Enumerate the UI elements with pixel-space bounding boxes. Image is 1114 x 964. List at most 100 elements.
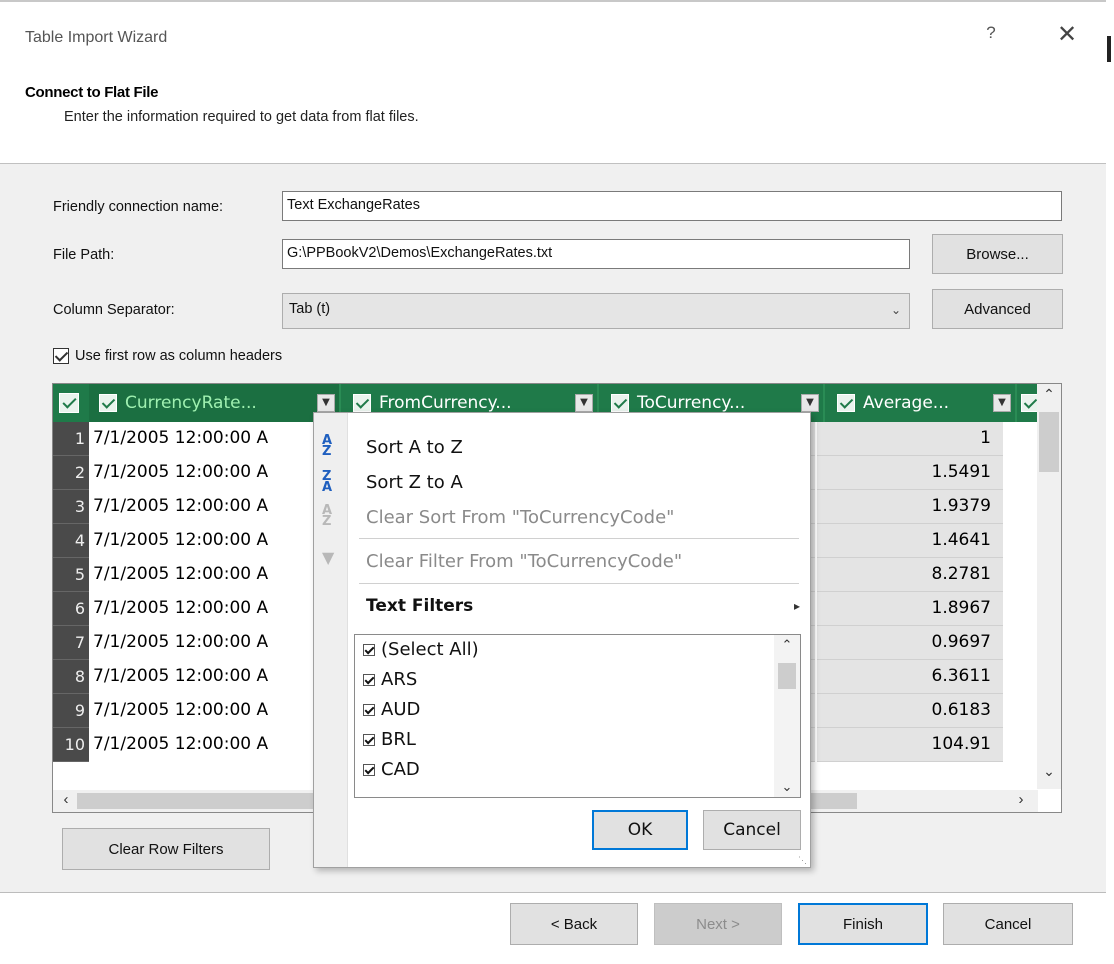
cancel-button[interactable]: Cancel: [943, 903, 1073, 945]
edge-mark: [1107, 36, 1111, 62]
next-column-cell: [1005, 558, 1038, 592]
filter-dropdown-icon[interactable]: ▼: [801, 394, 819, 412]
currency-rate-date-cell: 7/1/2005 12:00:00 A: [93, 462, 269, 482]
browse-button[interactable]: Browse...: [932, 234, 1063, 274]
filter-list-item[interactable]: AUD: [363, 699, 420, 720]
average-rate-cell: 0.9697: [817, 626, 1003, 660]
column-checkbox[interactable]: [99, 394, 117, 412]
row-number: 10: [53, 728, 89, 762]
currency-rate-date-cell: 7/1/2005 12:00:00 A: [93, 734, 269, 754]
grid-vertical-scrollbar[interactable]: ⌃ ⌄: [1037, 384, 1061, 789]
column-header-currencyrate[interactable]: CurrencyRate... ▼: [89, 384, 341, 422]
finish-button[interactable]: Finish: [798, 903, 928, 945]
scroll-thumb[interactable]: [1039, 412, 1059, 472]
select-all-columns-checkbox[interactable]: [59, 393, 79, 413]
first-row-headers-label: Use first row as column headers: [75, 348, 283, 364]
page-description: Enter the information required to get da…: [64, 109, 419, 125]
scroll-down-icon[interactable]: ⌄: [1037, 763, 1061, 785]
column-checkbox[interactable]: [1021, 394, 1038, 412]
filter-list-item[interactable]: ARS: [363, 669, 417, 690]
file-path-input[interactable]: G:\PPBookV2\Demos\ExchangeRates.txt: [282, 239, 910, 269]
first-row-headers-checkbox[interactable]: [53, 348, 69, 364]
menu-separator: [359, 583, 799, 584]
text-filters-item[interactable]: Text Filters: [366, 596, 473, 616]
row-number: 2: [53, 456, 89, 490]
column-header-label: Average...: [863, 393, 950, 413]
clear-row-filters-button[interactable]: Clear Row Filters: [62, 828, 270, 870]
next-column-cell: [1005, 694, 1038, 728]
row-number: 5: [53, 558, 89, 592]
scroll-down-icon[interactable]: ⌄: [774, 779, 800, 795]
filter-cancel-button[interactable]: Cancel: [703, 810, 801, 850]
column-checkbox[interactable]: [611, 394, 629, 412]
column-header-average[interactable]: Average... ▼: [827, 384, 1017, 422]
next-column-cell: [1005, 626, 1038, 660]
help-button[interactable]: ?: [980, 23, 1002, 47]
file-path-label: File Path:: [53, 247, 115, 263]
scroll-right-icon[interactable]: ›: [1010, 791, 1032, 811]
filter-item-label: CAD: [381, 759, 420, 780]
next-column-cell: [1005, 456, 1038, 490]
filter-list-item[interactable]: (Select All): [363, 639, 479, 660]
advanced-button[interactable]: Advanced: [932, 289, 1063, 329]
filter-values-list: (Select All) ARS AUD BRL CAD ⌃ ⌄: [354, 634, 801, 798]
filter-item-checkbox[interactable]: [363, 763, 375, 776]
clear-sort-item[interactable]: Clear Sort From "ToCurrencyCode": [366, 507, 674, 528]
next-column-cell: [1005, 592, 1038, 626]
column-checkbox[interactable]: [837, 394, 855, 412]
filter-item-label: (Select All): [381, 639, 479, 660]
footer-separator: [0, 892, 1106, 893]
scroll-thumb[interactable]: [778, 663, 796, 689]
row-number: 6: [53, 592, 89, 626]
chevron-down-icon: ⌄: [890, 303, 901, 317]
filter-dropdown-icon[interactable]: ▼: [993, 394, 1011, 412]
filter-ok-button[interactable]: OK: [592, 810, 688, 850]
filter-item-label: ARS: [381, 669, 418, 690]
row-number: 8: [53, 660, 89, 694]
currency-rate-date-cell: 7/1/2005 12:00:00 A: [93, 598, 269, 618]
next-column-cell: [1005, 524, 1038, 558]
friendly-name-label: Friendly connection name:: [53, 199, 224, 215]
column-header-label: FromCurrency...: [379, 393, 512, 413]
window-edge: [1106, 0, 1114, 964]
close-button[interactable]: ✕: [1052, 20, 1082, 50]
filter-item-checkbox[interactable]: [363, 643, 375, 656]
filter-dropdown-icon[interactable]: ▼: [575, 394, 593, 412]
filter-item-checkbox[interactable]: [363, 733, 375, 746]
column-header-next[interactable]: [1019, 384, 1038, 422]
column-separator-select[interactable]: Tab (t) ⌄: [282, 293, 910, 329]
next-column-cell: [1005, 490, 1038, 524]
resize-grip-icon[interactable]: ⋱: [798, 855, 808, 865]
back-button[interactable]: < Back: [510, 903, 638, 945]
row-number: 9: [53, 694, 89, 728]
sort-z-to-a-item[interactable]: Sort Z to A: [366, 472, 463, 493]
filter-dropdown-icon[interactable]: ▼: [317, 394, 335, 412]
sort-a-to-z-item[interactable]: Sort A to Z: [366, 437, 463, 458]
average-rate-cell: 6.3611: [817, 660, 1003, 694]
row-number: 7: [53, 626, 89, 660]
filter-list-item[interactable]: BRL: [363, 729, 416, 750]
average-rate-cell: 1: [817, 422, 1003, 456]
filter-item-checkbox[interactable]: [363, 673, 375, 686]
currency-rate-date-cell: 7/1/2005 12:00:00 A: [93, 428, 269, 448]
table-import-wizard-dialog: Table Import Wizard ? ✕ Connect to Flat …: [0, 0, 1106, 964]
clear-sort-icon: AZ: [322, 503, 333, 529]
next-button[interactable]: Next >: [654, 903, 782, 945]
average-rate-cell: 1.8967: [817, 592, 1003, 626]
filter-list-scrollbar[interactable]: ⌃ ⌄: [774, 635, 800, 797]
next-column-cell: [1005, 660, 1038, 694]
scroll-left-icon[interactable]: ‹: [55, 791, 77, 811]
average-rate-cell: 8.2781: [817, 558, 1003, 592]
column-checkbox[interactable]: [353, 394, 371, 412]
filter-item-checkbox[interactable]: [363, 703, 375, 716]
filter-item-label: BRL: [381, 729, 416, 750]
scroll-up-icon[interactable]: ⌃: [1037, 386, 1061, 408]
next-column-cell: [1005, 422, 1038, 456]
filter-list-item[interactable]: CAD: [363, 759, 420, 780]
average-rate-cell: 1.4641: [817, 524, 1003, 558]
window-title: Table Import Wizard: [25, 29, 168, 46]
friendly-name-input[interactable]: Text ExchangeRates: [282, 191, 1062, 221]
scroll-up-icon[interactable]: ⌃: [774, 637, 800, 653]
clear-filter-item[interactable]: Clear Filter From "ToCurrencyCode": [366, 551, 682, 572]
row-number: 1: [53, 422, 89, 456]
